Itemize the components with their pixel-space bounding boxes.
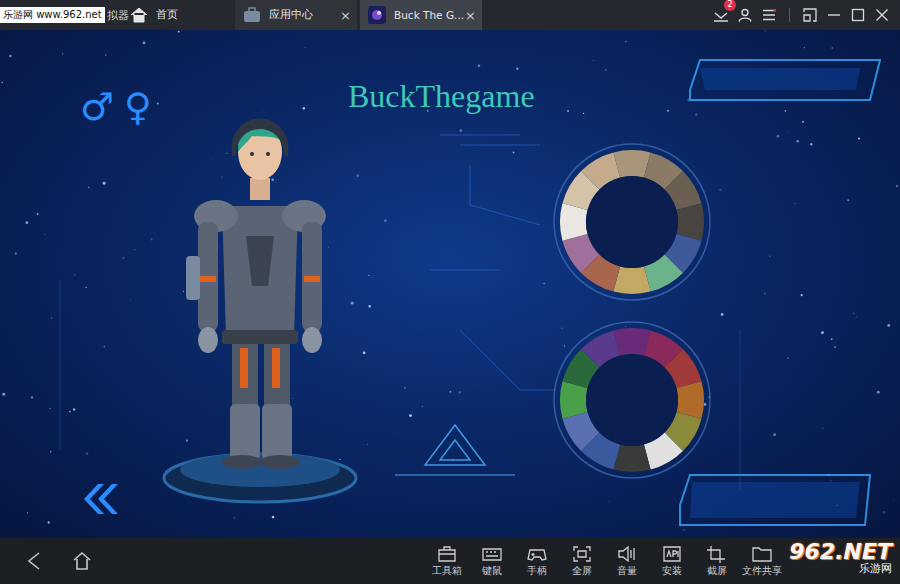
tab[interactable]: Buck The G... × — [360, 0, 482, 30]
tab-close-button[interactable]: × — [340, 8, 351, 23]
tool-label: 截屏 — [707, 565, 727, 578]
tab-bar: 首页 应用中心 × Buck The G... × — [122, 0, 482, 30]
user-button[interactable] — [737, 7, 753, 23]
tool-label: 安装 — [662, 565, 682, 578]
maximize-icon — [851, 8, 865, 22]
tool-button[interactable]: 音量 — [604, 545, 649, 578]
home-icon — [130, 7, 148, 23]
gamepad-icon — [526, 545, 548, 563]
tool-button[interactable]: 全屏 — [559, 545, 604, 578]
tool-button[interactable]: 工具箱 — [424, 545, 469, 578]
download-button[interactable]: 2 — [713, 7, 729, 23]
back-icon[interactable] — [26, 551, 42, 571]
gender-option[interactable]: ♀ — [124, 88, 152, 126]
emulator-window: 乐游网 www.962.net拟器 首页 应用中心 × Buck The G... × 2 ♂… — [0, 0, 900, 584]
tool-label: 手柄 — [527, 565, 547, 578]
tab[interactable]: 应用中心 × — [235, 0, 357, 30]
mini-mode-icon — [803, 8, 817, 22]
tool-list: 工具箱 键鼠 手柄 全屏 音量 安装 截屏 文件共享 — [424, 545, 784, 578]
separator — [789, 8, 790, 22]
tab[interactable]: 首页 — [122, 0, 232, 30]
maximize-button[interactable] — [850, 7, 866, 23]
tool-button[interactable]: 手柄 — [514, 545, 559, 578]
tool-button[interactable]: 安装 — [649, 545, 694, 578]
tool-button[interactable]: 文件共享 — [739, 545, 784, 578]
game-title: BuckThegame — [348, 78, 535, 115]
app-center-icon — [243, 7, 261, 23]
user-icon — [738, 8, 752, 22]
close-icon — [875, 8, 889, 22]
nav-buttons — [0, 551, 92, 571]
tool-label: 音量 — [617, 565, 637, 578]
home-icon[interactable] — [72, 551, 92, 571]
character-creator: ♂♀BuckThegame — [0, 30, 900, 538]
tool-label: 文件共享 — [742, 565, 782, 578]
tool-label: 键鼠 — [482, 565, 502, 578]
emulator-toolbar: 工具箱 键鼠 手柄 全屏 音量 安装 截屏 文件共享 962.NET乐游网 — [0, 538, 900, 584]
color-pickers — [552, 30, 900, 538]
fullscreen-icon — [571, 545, 593, 563]
notification-badge: 2 — [724, 0, 736, 11]
menu-icon — [762, 9, 776, 21]
character-model[interactable] — [160, 86, 360, 506]
mini-mode-button[interactable] — [802, 7, 818, 23]
folder-icon — [751, 545, 773, 563]
watermark-brand: 962.NET — [789, 540, 892, 563]
tool-label: 工具箱 — [432, 565, 462, 578]
watermark-name: 乐游网 — [859, 563, 892, 575]
toolbox-icon — [436, 545, 458, 563]
color-wheel — [552, 142, 712, 302]
back-arrow-icon[interactable] — [80, 482, 120, 516]
close-button[interactable] — [874, 7, 890, 23]
minimize-icon — [827, 8, 841, 22]
tool-label: 全屏 — [572, 565, 592, 578]
menu-button[interactable] — [761, 7, 777, 23]
logo-text: 拟器 — [107, 8, 129, 23]
title-bar: 乐游网 www.962.net拟器 首页 应用中心 × Buck The G... × 2 — [0, 0, 900, 30]
tab-label: 首页 — [156, 8, 226, 22]
watermark: 乐游网 www.962.net — [0, 7, 105, 23]
tool-button[interactable]: 截屏 — [694, 545, 739, 578]
screenshot-icon — [706, 545, 728, 563]
game-icon — [368, 6, 386, 24]
gender-option[interactable]: ♂ — [80, 88, 114, 126]
brand: 乐游网 www.962.net拟器 — [0, 0, 122, 30]
gender-picker: ♂♀ — [80, 88, 160, 126]
watermark: 962.NET乐游网 — [789, 540, 892, 575]
apk-icon — [661, 545, 683, 563]
volume-icon — [616, 545, 638, 563]
keyboard-icon — [481, 545, 503, 563]
window-controls: 2 — [713, 0, 900, 30]
game-scene: ♂♀BuckThegame — [0, 30, 900, 538]
left-panel: ♂♀ — [0, 30, 160, 538]
tab-label: 应用中心 — [269, 8, 332, 22]
character-area: BuckThegame — [160, 30, 535, 538]
tab-close-button[interactable]: × — [465, 8, 476, 23]
tool-button[interactable]: 键鼠 — [469, 545, 514, 578]
tab-label: Buck The G... — [394, 9, 457, 21]
color-wheel — [552, 320, 712, 480]
minimize-button[interactable] — [826, 7, 842, 23]
